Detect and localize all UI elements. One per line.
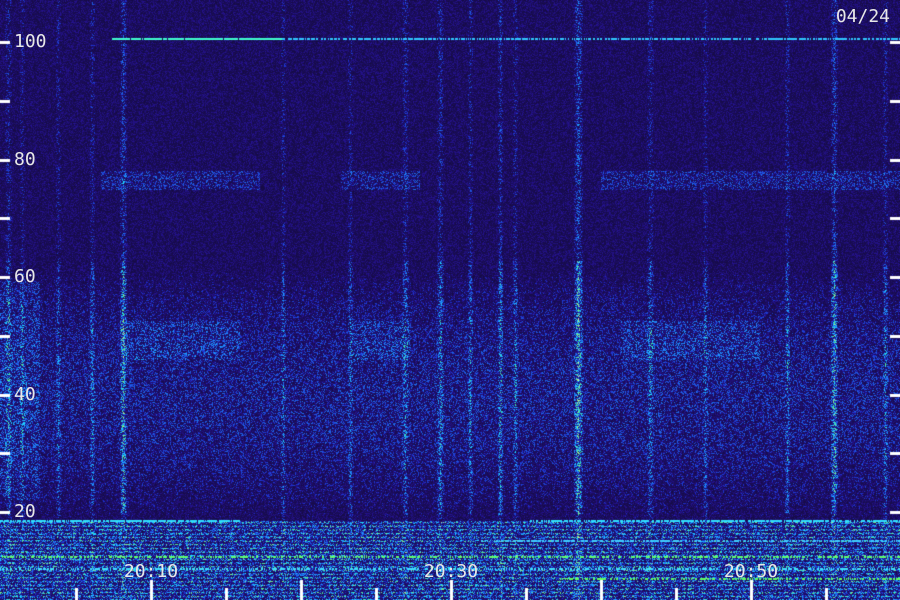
y-tick-label-80: 80 bbox=[14, 148, 36, 170]
y-tick-label-100: 100 bbox=[14, 31, 47, 52]
date-label: 04/24 bbox=[835, 6, 890, 27]
y-tick-label-20: 20 bbox=[14, 501, 36, 522]
y-tick-label-60: 60 bbox=[14, 266, 36, 287]
spectrogram-view: 04/24 100 80 60 40 20 20:10 20:30 20:50 bbox=[0, 0, 900, 600]
x-tick-label-2050: 20:50 bbox=[723, 561, 779, 582]
y-tick-label-40: 40 bbox=[14, 383, 36, 405]
x-tick-label-2030: 20:30 bbox=[423, 561, 479, 582]
spectrogram-canvas bbox=[0, 0, 900, 600]
x-tick-label-2010: 20:10 bbox=[123, 561, 179, 582]
